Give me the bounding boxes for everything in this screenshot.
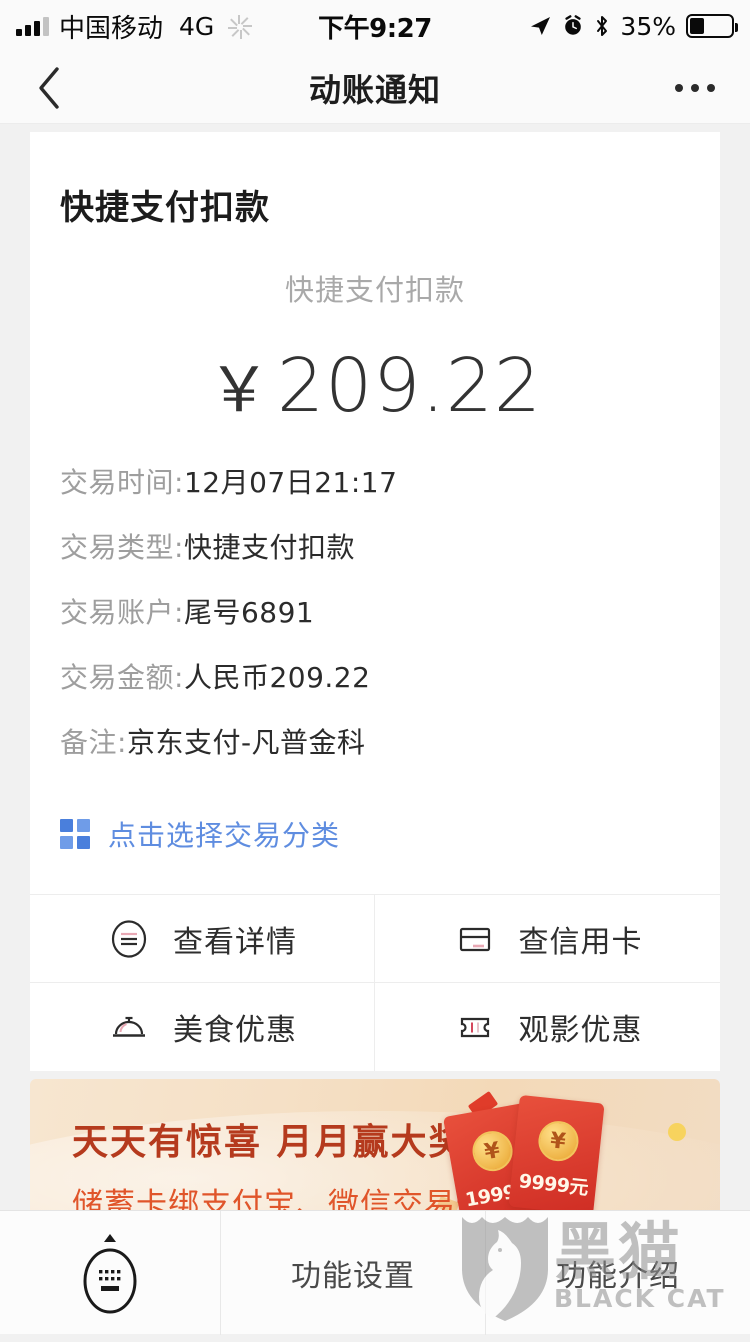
circle-list-icon	[111, 919, 147, 958]
detail-label: 交易金额:	[60, 661, 184, 694]
more-dots-icon	[675, 83, 683, 92]
keyboard-icon	[83, 1233, 137, 1313]
amount-value: 209.22	[277, 343, 542, 429]
food-cloche-icon	[113, 1016, 145, 1037]
back-button[interactable]	[0, 52, 100, 124]
envelope-amount: 9999元	[517, 1170, 590, 1200]
movie-ticket-icon	[460, 1017, 489, 1038]
detail-row: 交易账户:尾号6891	[60, 599, 720, 627]
action-label: 查看详情	[173, 924, 297, 960]
action-label: 美食优惠	[173, 1013, 297, 1048]
keyboard-toggle-button[interactable]	[0, 1226, 220, 1320]
select-category-link[interactable]: 点击选择交易分类	[30, 800, 720, 894]
detail-value: 快捷支付扣款	[183, 531, 355, 564]
transaction-subtitle: 快捷支付扣款	[284, 273, 465, 307]
select-category-label: 点击选择交易分类	[108, 819, 341, 852]
transaction-details: 交易时间:12月07日21:17 交易类型:快捷支付扣款 交易账户:尾号6891…	[30, 429, 720, 800]
status-bar: 中国移动 4G 下午9:27 35%	[0, 0, 750, 52]
detail-label: 交易类型:	[60, 531, 184, 564]
detail-value: 12月07日21:17	[183, 466, 398, 499]
action-view-details[interactable]: 查看详情	[30, 895, 375, 983]
bottom-item-function-settings[interactable]: 功能设置	[220, 1210, 485, 1335]
detail-row: 交易金额:人民币209.22	[60, 664, 720, 692]
grid-squares-icon	[60, 819, 90, 849]
alarm-clock-icon	[565, 15, 582, 35]
detail-value: 尾号6891	[183, 596, 315, 629]
transaction-amount: ￥209.22	[30, 339, 720, 429]
location-arrow-icon	[531, 17, 551, 35]
bluetooth-icon	[597, 16, 608, 36]
action-label: 观影优惠	[518, 1013, 643, 1048]
page-title: 动账通知	[308, 70, 441, 109]
coin-icon: ¥	[535, 1119, 580, 1164]
detail-row: 交易类型:快捷支付扣款	[60, 534, 720, 562]
currency-symbol: ￥	[208, 353, 272, 426]
transaction-heading: 快捷支付扣款	[60, 188, 270, 228]
bottom-item-function-intro[interactable]: 功能介绍	[485, 1210, 750, 1335]
more-options-button[interactable]	[640, 52, 750, 124]
detail-label: 备注:	[60, 726, 127, 759]
battery-icon	[686, 14, 738, 38]
red-envelope-icon: ¥ 9999元	[508, 1094, 605, 1216]
coin-icon: ¥	[468, 1128, 516, 1175]
detail-label: 交易账户:	[60, 596, 184, 629]
navigation-bar: 动账通知	[0, 52, 750, 124]
status-bar-right: 35%	[528, 11, 738, 41]
battery-percent-label: 35%	[620, 11, 676, 41]
detail-row: 交易时间:12月07日21:17	[60, 469, 720, 497]
detail-label: 交易时间:	[60, 466, 184, 499]
action-check-credit-card[interactable]: 查信用卡	[375, 895, 720, 983]
detail-value: 人民币209.22	[183, 661, 371, 694]
bottom-toolbar: 功能设置 功能介绍	[0, 1210, 750, 1335]
action-food-deals[interactable]: 美食优惠	[30, 983, 375, 1071]
credit-card-icon	[459, 927, 490, 951]
detail-row: 备注:京东支付-凡普金科	[60, 729, 720, 757]
detail-value: 京东支付-凡普金科	[126, 726, 366, 759]
transaction-card: 快捷支付扣款 快捷支付扣款 ￥209.22 交易时间:12月07日21:17 交…	[30, 132, 720, 894]
action-label: 查信用卡	[518, 924, 643, 960]
action-grid: 查看详情 查信用卡 美食优惠 观影优惠	[30, 894, 720, 1071]
confetti-decoration	[668, 1123, 686, 1141]
chevron-left-icon	[39, 66, 59, 109]
page-content: 快捷支付扣款 快捷支付扣款 ￥209.22 交易时间:12月07日21:17 交…	[0, 132, 750, 1342]
action-movie-deals[interactable]: 观影优惠	[375, 983, 720, 1071]
